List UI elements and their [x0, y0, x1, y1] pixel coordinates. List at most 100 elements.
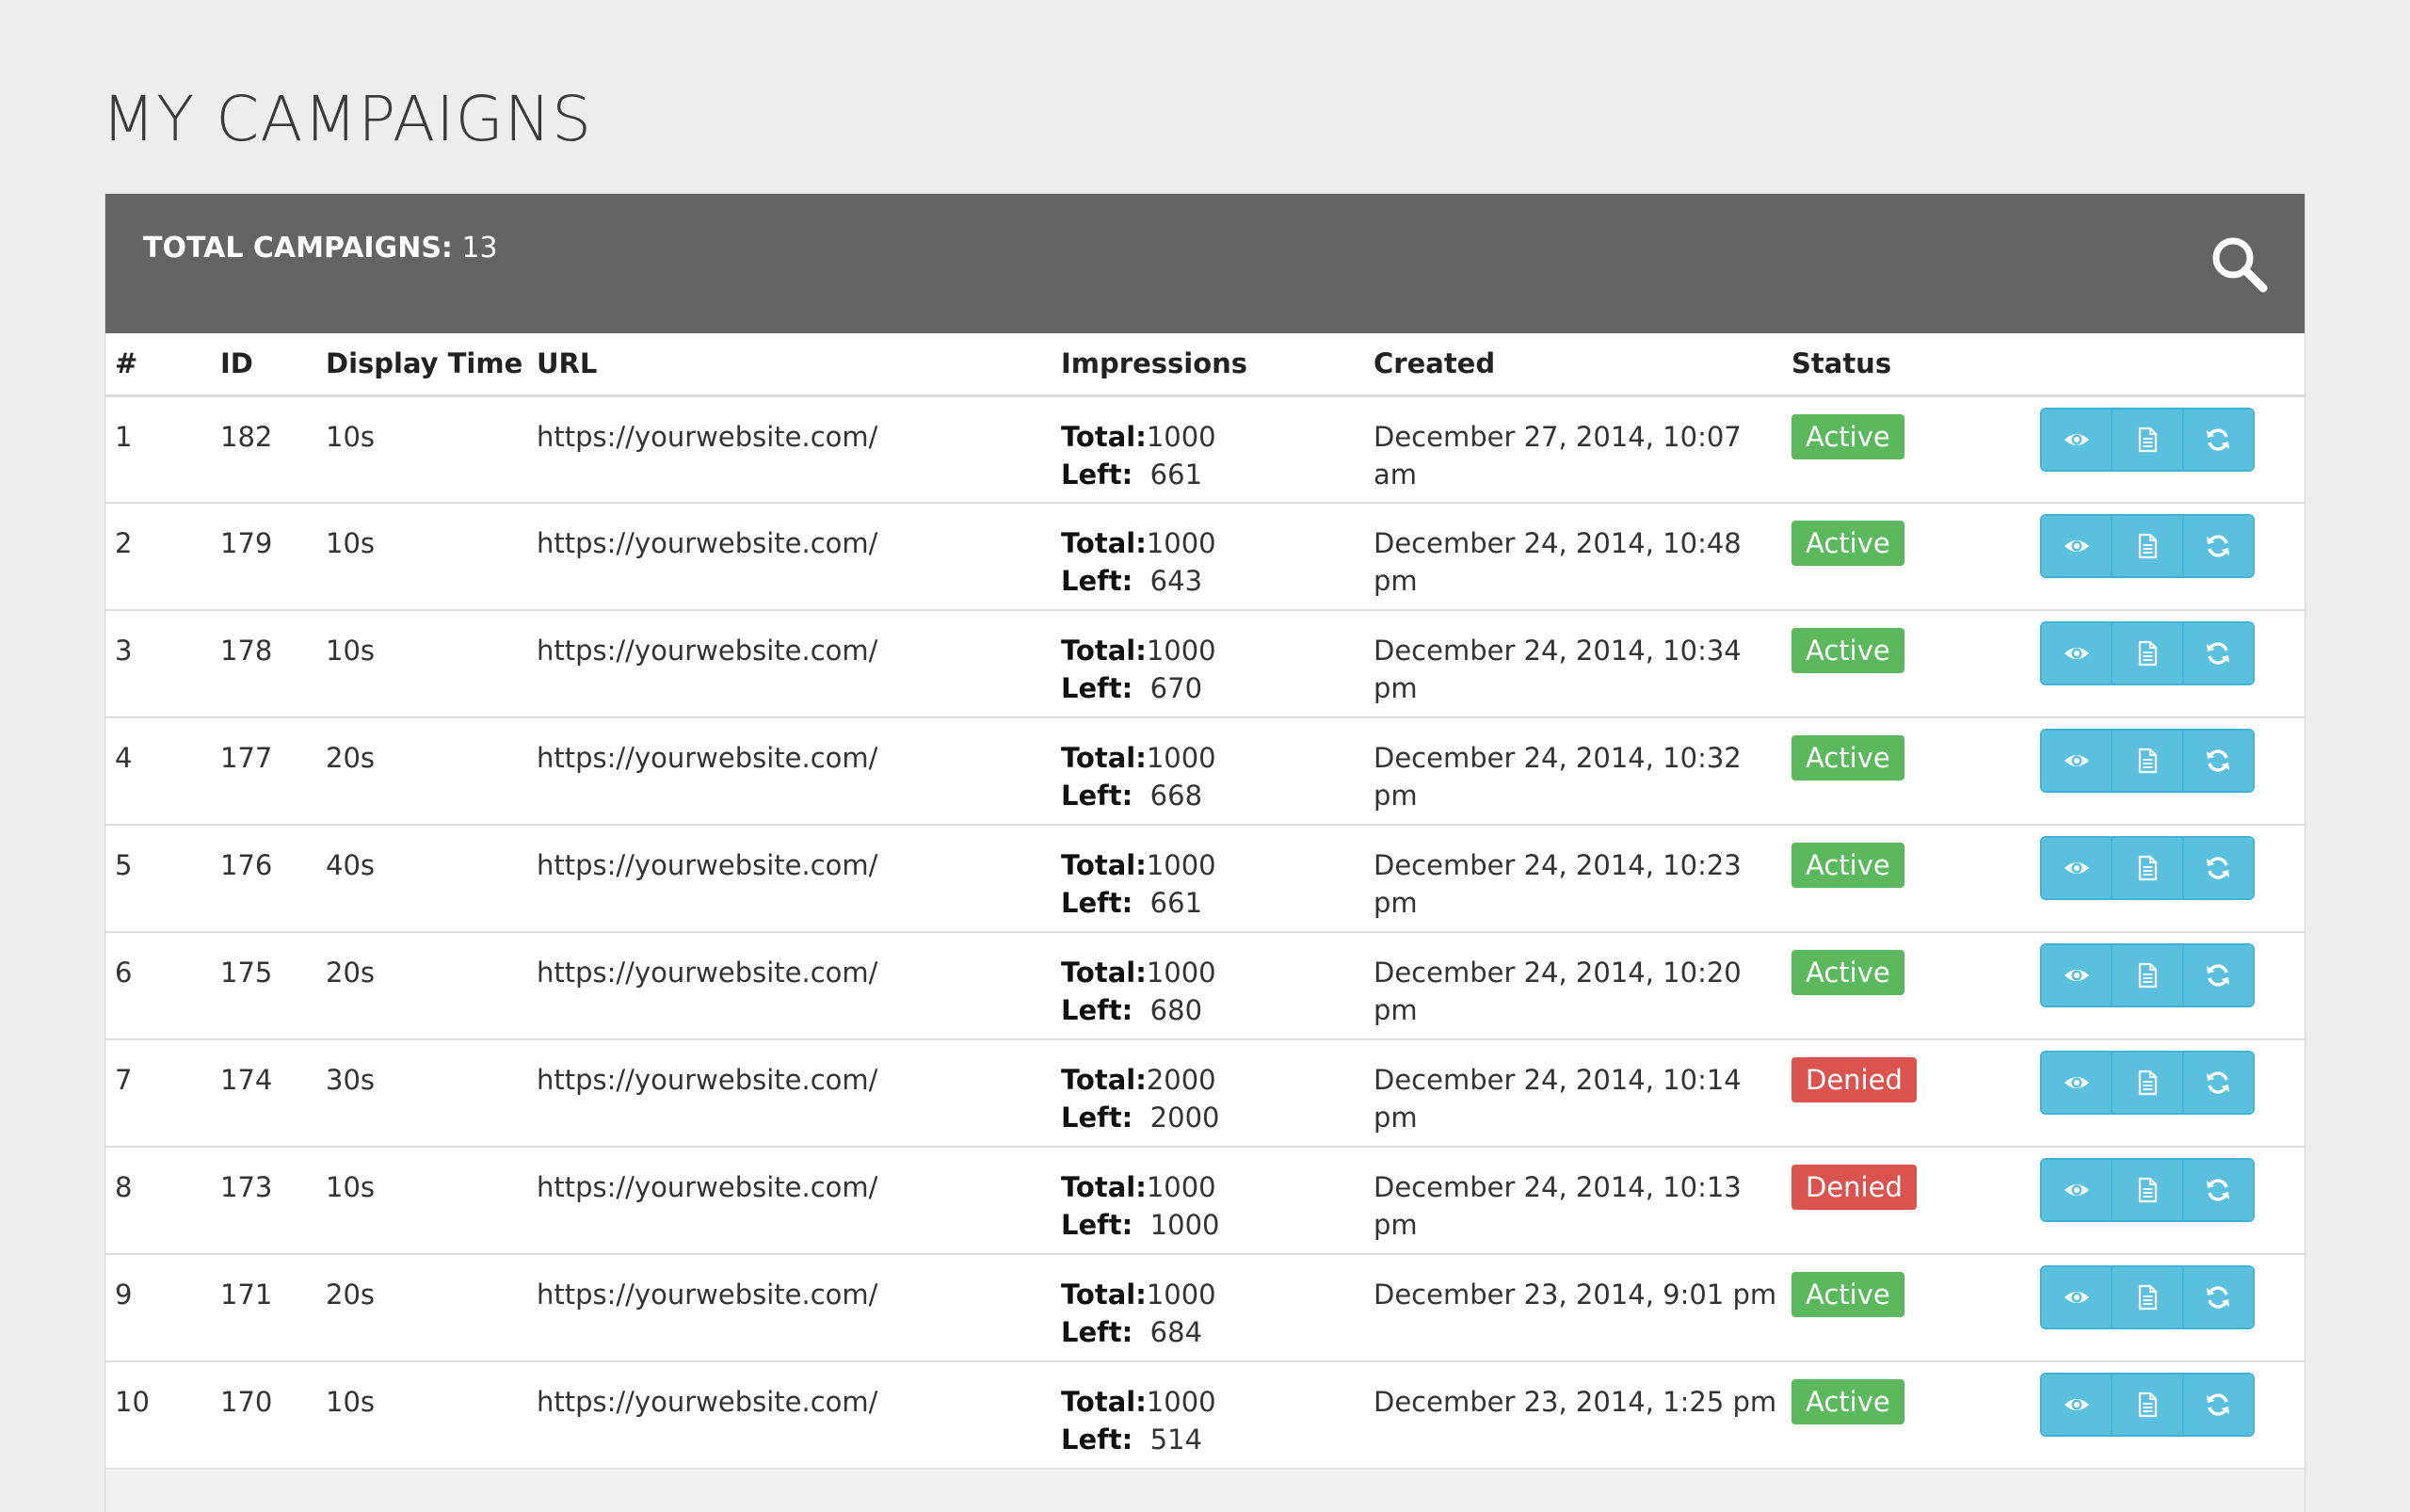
row-impressions: Total:1000 Left: 661	[1052, 395, 1364, 504]
action-button-group	[2040, 729, 2255, 793]
column-header-display-time: Display Time	[316, 333, 527, 397]
row-status: Active	[1782, 932, 2031, 1040]
impressions-left-value: 680	[1149, 994, 1203, 1026]
action-button-group	[2040, 943, 2255, 1007]
refresh-button[interactable]	[2183, 1160, 2253, 1220]
row-display-time: 30s	[316, 1039, 527, 1148]
row-impressions: Total:1000 Left: 643	[1052, 503, 1364, 611]
refresh-button[interactable]	[2183, 623, 2253, 684]
row-status: Active	[1782, 1361, 2031, 1470]
campaigns-panel: TOTAL CAMPAIGNS: 13 # ID Display Time UR…	[104, 193, 2306, 1512]
details-button[interactable]	[2113, 623, 2184, 684]
table-row: 8 173 10s https://yourwebsite.com/ Total…	[105, 1147, 2306, 1255]
column-header-status: Status	[1782, 333, 2031, 397]
search-icon[interactable]	[2209, 233, 2269, 294]
view-button[interactable]	[2042, 1160, 2113, 1220]
row-impressions: Total:1000 Left: 684	[1052, 1254, 1364, 1362]
impressions-total: Total:1000	[1061, 846, 1364, 884]
impressions-left-value: 661	[1149, 887, 1203, 919]
row-url: https://yourwebsite.com/	[527, 932, 1052, 1040]
impressions-left-label: Left:	[1061, 1424, 1133, 1456]
row-id: 179	[211, 503, 316, 611]
view-button[interactable]	[2042, 623, 2113, 684]
refresh-button[interactable]	[2183, 731, 2253, 791]
view-button[interactable]	[2042, 409, 2113, 470]
impressions-total-value: 1000	[1146, 957, 1216, 989]
eye-icon	[2064, 755, 2089, 766]
status-badge: Active	[1791, 735, 1904, 780]
column-header-actions	[2031, 333, 2306, 397]
eye-icon	[2064, 1292, 2089, 1303]
row-impressions: Total:1000 Left: 661	[1052, 825, 1364, 933]
details-button[interactable]	[2113, 1053, 2184, 1113]
details-button[interactable]	[2113, 1160, 2184, 1220]
refresh-button[interactable]	[2183, 838, 2253, 898]
impressions-total-label: Total:	[1061, 1279, 1147, 1311]
impressions-left-value: 684	[1149, 1316, 1203, 1348]
row-actions	[2031, 1147, 2306, 1255]
view-button[interactable]	[2042, 516, 2113, 576]
row-impressions: Total:1000 Left: 680	[1052, 932, 1364, 1040]
details-button[interactable]	[2113, 945, 2184, 1005]
impressions-left-label: Left:	[1061, 458, 1133, 491]
eye-icon	[2064, 433, 2089, 445]
row-created: December 24, 2014, 10:32 pm	[1364, 717, 1782, 826]
view-button[interactable]	[2042, 1053, 2113, 1113]
row-url: https://yourwebsite.com/	[527, 825, 1052, 933]
details-button[interactable]	[2113, 1375, 2184, 1435]
details-button[interactable]	[2113, 1267, 2184, 1327]
panel-footer	[105, 1471, 2305, 1512]
details-button[interactable]	[2113, 409, 2184, 470]
row-url: https://yourwebsite.com/	[527, 1361, 1052, 1470]
refresh-button[interactable]	[2183, 1053, 2253, 1113]
view-button[interactable]	[2042, 838, 2113, 898]
impressions-total-value: 1000	[1146, 527, 1216, 559]
row-status: Active	[1782, 610, 2031, 718]
refresh-button[interactable]	[2183, 1375, 2253, 1435]
impressions-left: Left: 670	[1061, 669, 1364, 707]
impressions-left-label: Left:	[1061, 780, 1133, 812]
refresh-button[interactable]	[2183, 516, 2253, 576]
row-url: https://yourwebsite.com/	[527, 1147, 1052, 1255]
row-number: 1	[105, 395, 211, 504]
row-id: 182	[211, 395, 316, 504]
row-number: 2	[105, 503, 211, 611]
details-button[interactable]	[2113, 838, 2184, 898]
details-button[interactable]	[2113, 731, 2184, 791]
impressions-total-label: Total:	[1061, 527, 1147, 559]
status-badge: Active	[1791, 1272, 1904, 1317]
impressions-total: Total:1000	[1061, 1168, 1364, 1206]
view-button[interactable]	[2042, 1267, 2113, 1327]
impressions-total-label: Total:	[1061, 1064, 1147, 1096]
view-button[interactable]	[2042, 1375, 2113, 1435]
action-button-group	[2040, 407, 2255, 472]
row-url: https://yourwebsite.com/	[527, 1039, 1052, 1148]
impressions-total: Total:1000	[1061, 1276, 1364, 1313]
document-icon	[2138, 855, 2158, 881]
details-button[interactable]	[2113, 516, 2184, 576]
refresh-button[interactable]	[2183, 945, 2253, 1005]
impressions-total: Total:1000	[1061, 1383, 1364, 1421]
table-row: 6 175 20s https://yourwebsite.com/ Total…	[105, 932, 2306, 1040]
row-number: 6	[105, 932, 211, 1040]
row-actions	[2031, 1361, 2306, 1470]
view-button[interactable]	[2042, 945, 2113, 1005]
row-id: 170	[211, 1361, 316, 1470]
document-icon	[2138, 640, 2158, 667]
impressions-left-value: 2000	[1149, 1102, 1220, 1134]
eye-icon	[2064, 1077, 2089, 1088]
row-display-time: 20s	[316, 1254, 527, 1362]
table-row: 9 171 20s https://yourwebsite.com/ Total…	[105, 1254, 2306, 1362]
row-status: Denied	[1782, 1147, 2031, 1255]
refresh-button[interactable]	[2183, 1267, 2253, 1327]
row-actions	[2031, 1254, 2306, 1362]
document-icon	[2138, 1391, 2158, 1418]
refresh-button[interactable]	[2183, 409, 2253, 470]
status-badge: Active	[1791, 843, 1904, 888]
impressions-total-label: Total:	[1061, 1386, 1147, 1418]
eye-icon	[2064, 540, 2089, 552]
view-button[interactable]	[2042, 731, 2113, 791]
row-actions	[2031, 395, 2306, 504]
impressions-left-label: Left:	[1061, 565, 1133, 597]
impressions-left: Left: 684	[1061, 1313, 1364, 1351]
